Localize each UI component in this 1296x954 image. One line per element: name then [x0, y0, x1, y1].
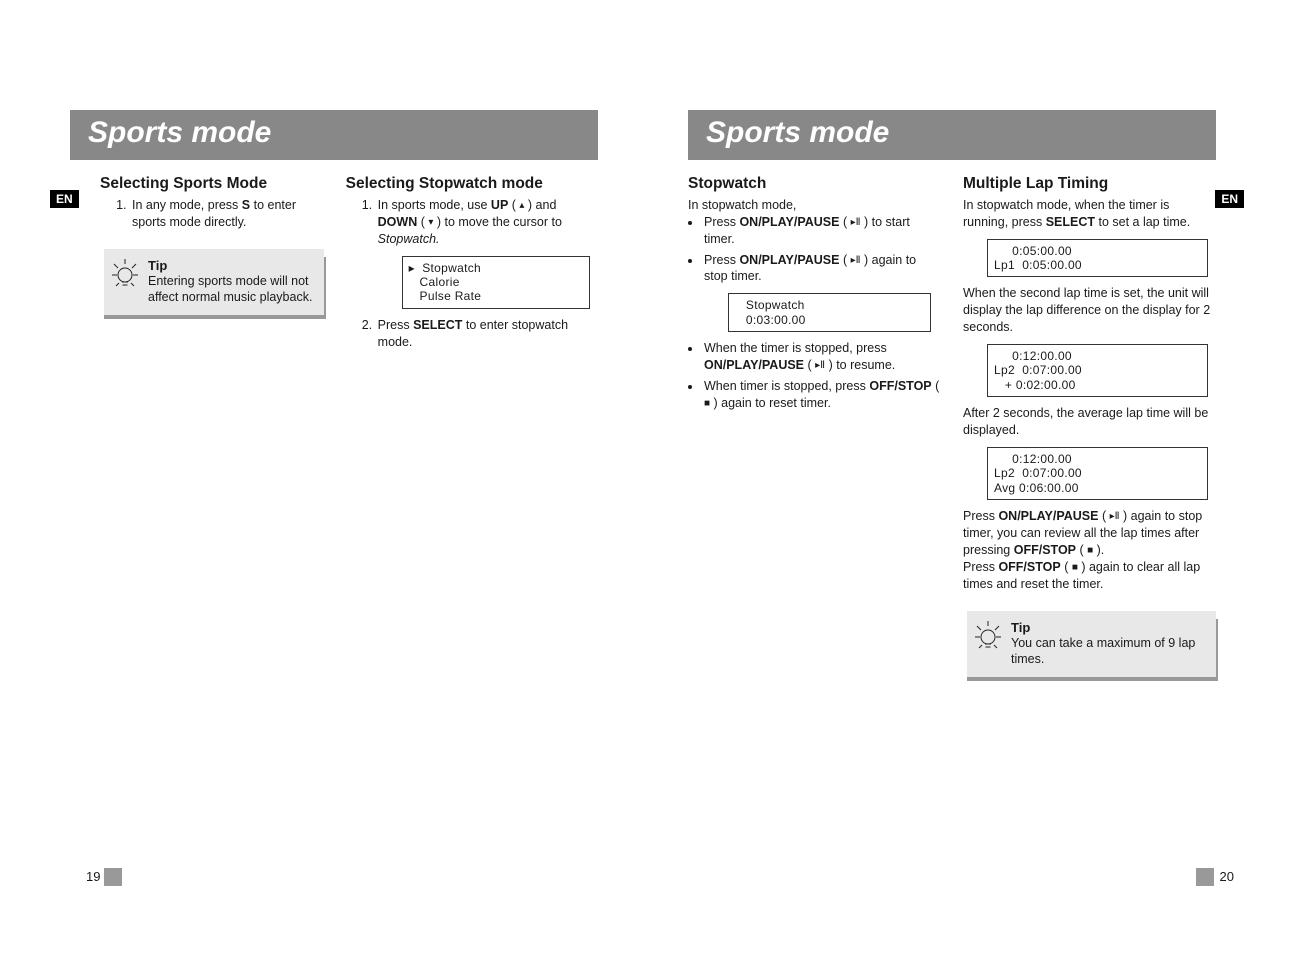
- sports-mode-steps: In any mode, press S to enter sports mod…: [130, 197, 324, 231]
- left-columns: Selecting Sports Mode In any mode, press…: [70, 174, 598, 356]
- corner-square-right: [1196, 868, 1214, 886]
- key-up: UP: [491, 198, 508, 212]
- text: ) to move the cursor to: [433, 215, 562, 229]
- stopwatch-mode-steps: In sports mode, use UP ( ▴ ) and DOWN ( …: [376, 197, 598, 351]
- lap-intro: In stopwatch mode, when the timer is run…: [963, 197, 1216, 231]
- lcd-stopwatch-1: Stopwatch 0:03:00.00: [728, 293, 931, 332]
- key-down: DOWN: [378, 215, 418, 229]
- text: (: [417, 215, 428, 229]
- key-offstop: OFF/STOP: [1014, 543, 1076, 557]
- text: ) to resume.: [825, 358, 895, 372]
- text: Press: [963, 509, 998, 523]
- corner-square-left: [104, 868, 122, 886]
- key-onplaypause: ON/PLAY/PAUSE: [739, 253, 839, 267]
- right-columns: Stopwatch In stopwatch mode, Press ON/PL…: [688, 174, 1216, 677]
- heading-selecting-sports: Selecting Sports Mode: [100, 174, 324, 195]
- text: to set a lap time.: [1095, 215, 1190, 229]
- text: (: [839, 215, 850, 229]
- stopwatch-bullets-2: When the timer is stopped, press ON/PLAY…: [702, 340, 941, 412]
- text: (: [508, 198, 519, 212]
- left-col2: Selecting Stopwatch mode In sports mode,…: [346, 174, 598, 356]
- lap-para2: When the second lap time is set, the uni…: [963, 285, 1216, 336]
- stopwatch-bullets: Press ON/PLAY/PAUSE ( ▸Ⅱ ) to start time…: [702, 214, 941, 286]
- text: (: [839, 253, 850, 267]
- key-offstop: OFF/STOP: [998, 560, 1060, 574]
- left-title: Sports mode: [88, 116, 271, 149]
- list-item: When the timer is stopped, press ON/PLAY…: [702, 340, 941, 374]
- tip-inner: Tip You can take a maximum of 9 lap time…: [967, 611, 1216, 678]
- key-onplaypause: ON/PLAY/PAUSE: [739, 215, 839, 229]
- tip-text: You can take a maximum of 9 lap times.: [1011, 636, 1206, 667]
- tip-box-right: Tip You can take a maximum of 9 lap time…: [967, 611, 1216, 678]
- left-title-bar: Sports mode: [70, 110, 598, 160]
- list-item: When timer is stopped, press OFF/STOP ( …: [702, 378, 941, 412]
- manual-spread: Sports mode EN Selecting Sports Mode In …: [0, 0, 1296, 954]
- key-onplaypause: ON/PLAY/PAUSE: [704, 358, 804, 372]
- text: ) again to reset timer.: [710, 396, 831, 410]
- tip-title: Tip: [148, 257, 314, 275]
- tip-box-left: Tip Entering sports mode will not affect…: [104, 249, 324, 316]
- text: Press: [704, 215, 739, 229]
- text: Press: [704, 253, 739, 267]
- key-onplaypause: ON/PLAY/PAUSE: [998, 509, 1098, 523]
- play-pause-icon: ▸Ⅱ: [1110, 510, 1120, 524]
- lap-para4: Press ON/PLAY/PAUSE ( ▸Ⅱ ) again to stop…: [963, 508, 1216, 559]
- target-stopwatch: Stopwatch.: [378, 232, 440, 246]
- page-number-right: 20: [1220, 869, 1234, 884]
- list-item: In any mode, press S to enter sports mod…: [130, 197, 324, 231]
- text: (: [932, 379, 940, 393]
- text: ) and: [524, 198, 556, 212]
- right-title-bar: Sports mode: [688, 110, 1216, 160]
- stopwatch-intro: In stopwatch mode,: [688, 197, 941, 214]
- tip-title: Tip: [1011, 619, 1206, 637]
- text: ).: [1093, 543, 1104, 557]
- text: In sports mode, use: [378, 198, 491, 212]
- tip-inner: Tip Entering sports mode will not affect…: [104, 249, 324, 316]
- right-page: Sports mode EN Stopwatch In stopwatch mo…: [648, 0, 1296, 954]
- play-pause-icon: ▸Ⅱ: [851, 254, 861, 268]
- tip-text: Entering sports mode will not affect nor…: [148, 274, 314, 305]
- lcd-menu: ▸ Stopwatch Calorie Pulse Rate: [402, 256, 590, 309]
- text: Press: [378, 318, 413, 332]
- text: (: [1076, 543, 1087, 557]
- key-select: SELECT: [413, 318, 462, 332]
- lcd-lap-1: 0:05:00.00 Lp1 0:05:00.00: [987, 239, 1208, 278]
- text: In any mode, press: [132, 198, 242, 212]
- text: When the timer is stopped, press: [704, 341, 887, 355]
- list-item: Press ON/PLAY/PAUSE ( ▸Ⅱ ) to start time…: [702, 214, 941, 248]
- lcd-lap-2: 0:12:00.00 Lp2 0:07:00.00 + 0:02:00.00: [987, 344, 1208, 397]
- lap-para3: After 2 seconds, the average lap time wi…: [963, 405, 1216, 439]
- text: (: [1061, 560, 1072, 574]
- play-pause-icon: ▸Ⅱ: [815, 359, 825, 373]
- heading-selecting-stopwatch: Selecting Stopwatch mode: [346, 174, 598, 195]
- list-item: Press SELECT to enter stopwatch mode.: [376, 317, 598, 351]
- lightbulb-icon: [971, 617, 1005, 655]
- lap-para5: Press OFF/STOP ( ■ ) again to clear all …: [963, 559, 1216, 593]
- right-col1: Stopwatch In stopwatch mode, Press ON/PL…: [688, 174, 941, 677]
- key-offstop: OFF/STOP: [869, 379, 931, 393]
- lang-tag-left: EN: [50, 190, 79, 208]
- lightbulb-icon: [108, 255, 142, 293]
- text: (: [1098, 509, 1109, 523]
- key-select: SELECT: [1046, 215, 1095, 229]
- page-number-left: 19: [86, 869, 100, 884]
- text: When timer is stopped, press: [704, 379, 869, 393]
- lang-tag-right: EN: [1215, 190, 1244, 208]
- right-col2: Multiple Lap Timing In stopwatch mode, w…: [963, 174, 1216, 677]
- key-s: S: [242, 198, 250, 212]
- list-item: In sports mode, use UP ( ▴ ) and DOWN ( …: [376, 197, 598, 309]
- heading-multiple-lap: Multiple Lap Timing: [963, 174, 1216, 195]
- left-page: Sports mode EN Selecting Sports Mode In …: [0, 0, 648, 954]
- text: Press: [963, 560, 998, 574]
- left-col1: Selecting Sports Mode In any mode, press…: [70, 174, 324, 356]
- play-pause-icon: ▸Ⅱ: [851, 216, 861, 230]
- list-item: Press ON/PLAY/PAUSE ( ▸Ⅱ ) again to stop…: [702, 252, 941, 286]
- heading-stopwatch: Stopwatch: [688, 174, 941, 195]
- lcd-lap-3: 0:12:00.00 Lp2 0:07:00.00 Avg 0:06:00.00: [987, 447, 1208, 500]
- text: (: [804, 358, 815, 372]
- right-title: Sports mode: [706, 116, 889, 149]
